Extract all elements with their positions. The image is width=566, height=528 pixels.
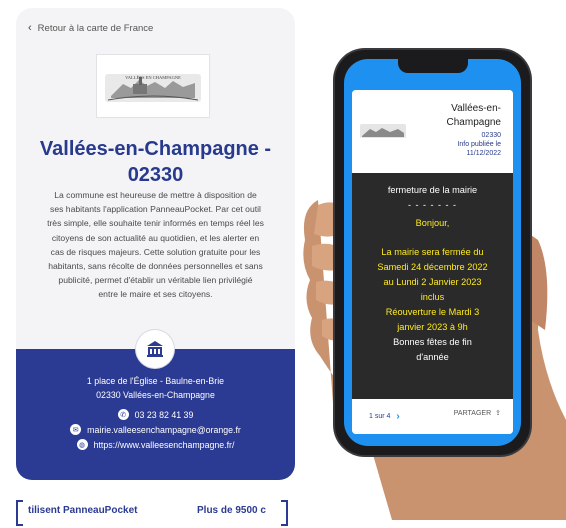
message-greeting: Bonjour, — [415, 218, 450, 228]
panneaupocket-app: Vallées-en- Champagne 02330 Info publiée… — [352, 90, 513, 434]
message-line: au Lundi 2 Janvier 2023 — [383, 277, 482, 287]
city-line-2: Champagne — [446, 117, 501, 128]
phone-mockup: Vallées-en- Champagne 02330 Info publiée… — [335, 50, 530, 455]
message-closing: d'année — [416, 352, 449, 362]
message-separator: - - - - - - - — [408, 200, 457, 210]
message-line: Samedi 24 décembre 2022 — [377, 262, 488, 272]
city-line-1: Vallées-en- — [451, 103, 501, 114]
share-label: PARTAGER — [453, 409, 492, 417]
app-footer: 1 sur 4 › PARTAGER ⇪ — [352, 399, 513, 434]
share-button[interactable]: PARTAGER ⇪ — [453, 409, 501, 418]
chevron-right-icon[interactable]: › — [396, 411, 399, 422]
share-icon: ⇪ — [495, 410, 501, 417]
phone-notch — [398, 59, 468, 73]
phone-screen: Vallées-en- Champagne 02330 Info publiée… — [344, 59, 521, 446]
message-line: La mairie sera fermée du — [381, 247, 484, 257]
app-header: Vallées-en- Champagne 02330 Info publiée… — [352, 90, 513, 170]
pager: 1 sur 4 › — [369, 411, 400, 422]
postcode: 02330 — [481, 132, 501, 139]
app-meta: 02330 Info publiée le 11/12/2022 — [457, 131, 501, 158]
published-date: 11/12/2022 — [466, 150, 501, 157]
message-panel: fermeture de la mairie - - - - - - - Bon… — [352, 173, 513, 399]
message-line: inclus — [420, 292, 445, 302]
message-line: Réouverture le Mardi 3 — [385, 307, 480, 317]
published-label: Info publiée le — [457, 141, 501, 148]
app-city-name: Vallées-en- Champagne — [447, 102, 501, 130]
message-line: janvier 2023 à 9h — [397, 322, 468, 332]
pager-label: 1 sur 4 — [369, 413, 391, 420]
message-closing: Bonnes fêtes de fin — [393, 337, 472, 347]
message-title: fermeture de la mairie — [387, 185, 478, 195]
commune-logo-small — [360, 124, 406, 138]
